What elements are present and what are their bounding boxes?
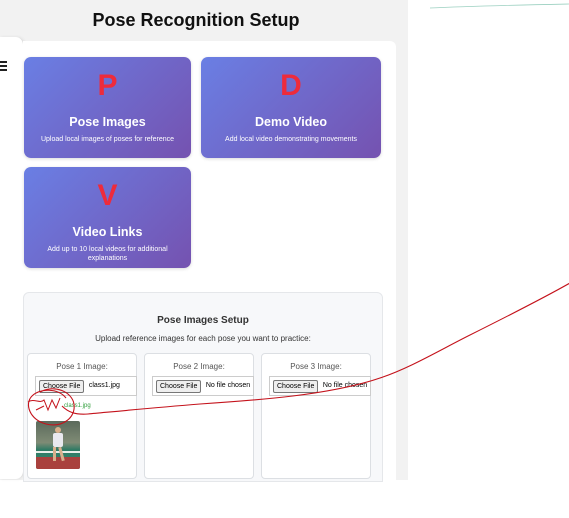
pose-label: Pose 3 Image:: [290, 362, 342, 371]
choose-file-button[interactable]: Choose File: [39, 380, 85, 393]
pose-2-column: Pose 2 Image: Choose File No file chosen: [144, 353, 254, 479]
file-name: No file chosen: [205, 382, 251, 389]
card-title: Video Links: [72, 225, 143, 239]
pose-images-setup: Pose Images Setup Upload reference image…: [23, 292, 383, 482]
choose-file-button[interactable]: Choose File: [156, 380, 202, 393]
card-letter: P: [97, 69, 118, 102]
page-title: Pose Recognition Setup: [92, 10, 300, 30]
upload-status: class1.jpg: [64, 403, 91, 409]
annotation-top-stroke: [429, 3, 569, 9]
file-name: No file chosen: [322, 382, 368, 389]
setup-subtitle: Upload reference images for each pose yo…: [95, 334, 311, 343]
pose-1-file-input[interactable]: Choose File class1.jpg: [35, 376, 137, 396]
card-letter: V: [97, 179, 118, 212]
sidebar[interactable]: [0, 37, 24, 479]
demo-video-card[interactable]: D Demo Video Add local video demonstrati…: [201, 57, 381, 158]
page: Pose Recognition Setup P Pose Images Upl…: [0, 0, 569, 518]
pose-images-card[interactable]: P Pose Images Upload local images of pos…: [24, 57, 191, 158]
card-description: Add local video demonstrating movements: [225, 136, 357, 143]
card-description: Upload local images of poses for referen…: [40, 136, 175, 143]
file-name: class1.jpg: [88, 382, 120, 389]
pose-3-column: Pose 3 Image: Choose File No file chosen: [261, 353, 371, 479]
card-description: Add up to 10 local videos for additional…: [47, 246, 168, 262]
pose-label: Pose 1 Image:: [56, 362, 108, 371]
video-links-card[interactable]: V Video Links Add up to 10 local videos …: [24, 167, 191, 268]
card-title: Demo Video: [254, 115, 327, 129]
card-title: Pose Images: [69, 115, 146, 129]
pose-1-column: Pose 1 Image: Choose File class1.jpg cla…: [27, 353, 137, 479]
pose-1-preview-image: [36, 421, 80, 469]
card-letter: D: [280, 69, 302, 102]
pose-2-file-input[interactable]: Choose File No file chosen: [152, 376, 254, 396]
choose-file-button[interactable]: Choose File: [273, 380, 319, 393]
pose-label: Pose 2 Image:: [173, 362, 225, 371]
hamburger-icon[interactable]: [0, 61, 7, 73]
setup-title: Pose Images Setup: [157, 315, 249, 326]
pose-3-file-input[interactable]: Choose File No file chosen: [269, 376, 371, 396]
